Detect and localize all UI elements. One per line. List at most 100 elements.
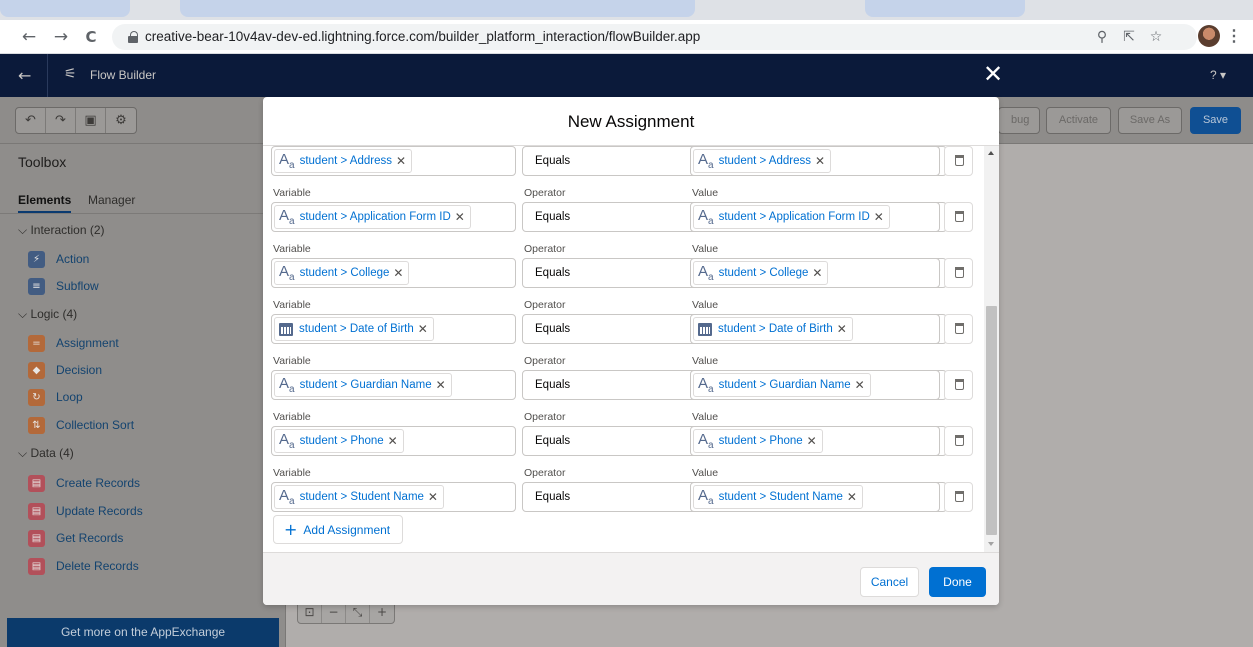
value-field[interactable]: Aa student > Address ✕	[690, 146, 940, 176]
delete-row-button[interactable]	[944, 202, 973, 232]
delete-row-button[interactable]	[944, 426, 973, 456]
variable-pill[interactable]: Aa student > Application Form ID ✕	[274, 205, 471, 229]
element-create-records[interactable]: ▤ Create Records	[28, 474, 140, 492]
scroll-down-arrow-icon[interactable]	[988, 542, 994, 546]
browser-tab[interactable]	[180, 0, 695, 17]
value-field[interactable]: Aa student > Phone ✕	[690, 426, 940, 456]
value-field[interactable]: Aa student > Guardian Name ✕	[690, 370, 940, 400]
back-icon[interactable]: ←	[18, 26, 40, 48]
variable-field[interactable]: Aa student > Guardian Name ✕	[271, 370, 516, 400]
variable-pill[interactable]: Aa student > Phone ✕	[274, 429, 404, 453]
clear-icon[interactable]: ✕	[393, 266, 403, 280]
tab-manager[interactable]: Manager	[88, 193, 135, 207]
delete-row-button[interactable]	[944, 482, 973, 512]
section-logic[interactable]: ⌵ Logic (4)	[18, 307, 77, 322]
value-pill[interactable]: Aa student > Address ✕	[693, 149, 832, 173]
bookmark-star-icon[interactable]: ☆	[1146, 27, 1166, 47]
save-as-button[interactable]: Save As	[1118, 107, 1182, 134]
element-collection-sort[interactable]: ⇅ Collection Sort	[28, 416, 134, 434]
delete-row-button[interactable]	[944, 258, 973, 288]
scroll-up-arrow-icon[interactable]	[988, 151, 994, 155]
variable-pill[interactable]: Aa student > College ✕	[274, 261, 410, 285]
clear-icon[interactable]: ✕	[388, 434, 398, 448]
cancel-button[interactable]: Cancel	[860, 567, 919, 597]
trash-icon	[955, 155, 964, 166]
forward-icon[interactable]: →	[50, 26, 72, 48]
variable-field[interactable]: Aa student > Application Form ID ✕	[271, 202, 516, 232]
variable-pill[interactable]: Aa student > Student Name ✕	[274, 485, 444, 509]
element-assignment[interactable]: = Assignment	[28, 334, 119, 352]
paste-icon[interactable]: ▣	[76, 108, 106, 133]
delete-row-button[interactable]	[944, 370, 973, 400]
value-pill[interactable]: student > Date of Birth ✕	[693, 317, 853, 341]
value-pill[interactable]: Aa student > Phone ✕	[693, 429, 823, 453]
save-button[interactable]: Save	[1190, 107, 1241, 134]
delete-row-button[interactable]	[944, 314, 973, 344]
browser-menu-icon[interactable]: ⋮	[1226, 26, 1242, 48]
help-menu[interactable]: ? ▾	[1210, 68, 1226, 82]
appexchange-link[interactable]: Get more on the AppExchange	[7, 618, 279, 647]
element-delete-records[interactable]: ▤ Delete Records	[28, 557, 139, 575]
modal-body[interactable]: Aa student > Address ✕ Equals Aa student…	[263, 146, 999, 552]
variable-pill[interactable]: student > Date of Birth ✕	[274, 317, 434, 341]
clear-icon[interactable]: ✕	[455, 210, 465, 224]
profile-avatar[interactable]	[1198, 25, 1220, 47]
scrollbar-thumb[interactable]	[986, 306, 997, 535]
clear-icon[interactable]: ✕	[428, 490, 438, 504]
element-decision[interactable]: ◆ Decision	[28, 361, 102, 379]
variable-field[interactable]: Aa student > Phone ✕	[271, 426, 516, 456]
back-arrow-icon[interactable]: ←	[18, 66, 31, 85]
element-subflow[interactable]: ≡ Subflow	[28, 277, 99, 295]
share-icon[interactable]: ⇱	[1119, 27, 1139, 47]
debug-button[interactable]: bug	[998, 107, 1040, 134]
element-loop[interactable]: ↻ Loop	[28, 388, 83, 406]
clear-icon[interactable]: ✕	[847, 490, 857, 504]
reload-icon[interactable]: C	[80, 26, 102, 48]
value-pill[interactable]: Aa student > Guardian Name ✕	[693, 373, 871, 397]
value-field[interactable]: Aa student > Student Name ✕	[690, 482, 940, 512]
redo-icon[interactable]: ↷	[46, 108, 76, 133]
close-modal-icon[interactable]: ✕	[983, 62, 1003, 86]
element-get-records[interactable]: ▤ Get Records	[28, 529, 123, 547]
clear-icon[interactable]: ✕	[807, 434, 817, 448]
section-data[interactable]: ⌵ Data (4)	[18, 446, 74, 461]
tab-elements[interactable]: Elements	[18, 193, 72, 213]
browser-tab[interactable]	[0, 0, 130, 17]
value-pill[interactable]: Aa student > College ✕	[693, 261, 829, 285]
clear-icon[interactable]: ✕	[815, 154, 825, 168]
variable-field[interactable]: Aa student > Address ✕	[271, 146, 516, 176]
value-field[interactable]: student > Date of Birth ✕	[690, 314, 940, 344]
variable-field[interactable]: Aa student > Student Name ✕	[271, 482, 516, 512]
variable-field[interactable]: Aa student > College ✕	[271, 258, 516, 288]
undo-icon[interactable]: ↶	[16, 108, 46, 133]
browser-tab[interactable]	[865, 0, 1025, 17]
url-text[interactable]: creative-bear-10v4av-dev-ed.lightning.fo…	[145, 29, 700, 44]
element-update-records[interactable]: ▤ Update Records	[28, 502, 143, 520]
clear-icon[interactable]: ✕	[418, 322, 428, 336]
clear-icon[interactable]: ✕	[436, 378, 446, 392]
activate-button[interactable]: Activate	[1046, 107, 1111, 134]
modal-scrollbar[interactable]	[984, 146, 999, 552]
lock-icon[interactable]	[128, 31, 138, 43]
variable-field[interactable]: student > Date of Birth ✕	[271, 314, 516, 344]
delete-row-button[interactable]	[944, 146, 973, 176]
variable-pill[interactable]: Aa student > Guardian Name ✕	[274, 373, 452, 397]
add-assignment-button[interactable]: + Add Assignment	[273, 515, 404, 544]
value-field[interactable]: Aa student > College ✕	[690, 258, 940, 288]
settings-icon[interactable]: ⚙	[106, 108, 136, 133]
section-interaction[interactable]: ⌵ Interaction (2)	[18, 223, 105, 238]
done-button[interactable]: Done	[929, 567, 986, 597]
variable-pill[interactable]: Aa student > Address ✕	[274, 149, 413, 173]
zoom-icon[interactable]: ⚲	[1092, 27, 1112, 47]
value-field[interactable]: Aa student > Application Form ID ✕	[690, 202, 940, 232]
value-pill[interactable]: Aa student > Student Name ✕	[693, 485, 863, 509]
clear-icon[interactable]: ✕	[855, 378, 865, 392]
value-pill[interactable]: Aa student > Application Form ID ✕	[693, 205, 890, 229]
clear-icon[interactable]: ✕	[837, 322, 847, 336]
element-action[interactable]: ⚡ Action	[28, 250, 89, 268]
url-bar[interactable]: creative-bear-10v4av-dev-ed.lightning.fo…	[112, 24, 1197, 50]
clear-icon[interactable]: ✕	[812, 266, 822, 280]
clear-icon[interactable]: ✕	[874, 210, 884, 224]
variable-label: Variable	[273, 355, 311, 367]
clear-icon[interactable]: ✕	[396, 154, 406, 168]
